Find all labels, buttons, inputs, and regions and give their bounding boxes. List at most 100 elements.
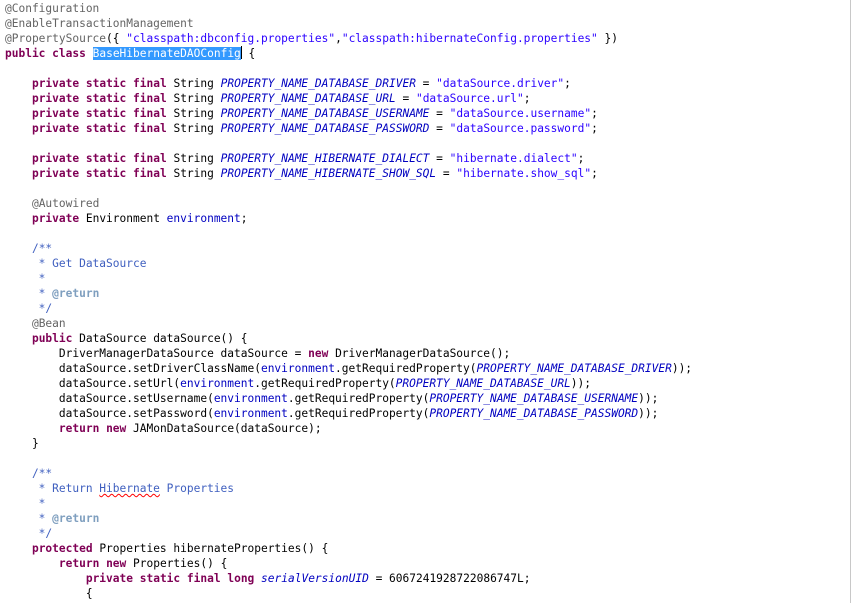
code-token: @return [52,512,100,525]
code-line[interactable] [5,451,850,466]
code-token: Properties [159,482,235,495]
code-line[interactable]: * Get DataSource [5,256,850,271]
code-line[interactable]: private static final String PROPERTY_NAM… [5,121,850,136]
code-editor[interactable]: @Configuration @EnableTransactionManageme… [0,0,851,603]
code-line[interactable] [5,61,850,76]
code-line[interactable]: */ [5,526,850,541]
code-line[interactable]: private static final String PROPERTY_NAM… [5,166,850,181]
code-area[interactable]: @Configuration @EnableTransactionManageme… [5,1,850,601]
code-line[interactable]: @EnableTransactionManagement [5,16,850,31]
code-token: * Return [5,482,100,495]
code-line[interactable]: private static final String PROPERTY_NAM… [5,106,850,121]
code-token: final [133,122,167,135]
code-line[interactable]: private static final String PROPERTY_NAM… [5,91,850,106]
code-line[interactable]: dataSource.setDriverClassName(environmen… [5,361,850,376]
code-line[interactable]: @Configuration [5,1,850,16]
code-line[interactable]: * @return [5,286,850,301]
code-line[interactable]: * [5,271,850,286]
code-token: long [227,572,255,585]
code-line[interactable]: dataSource.setPassword(environment.getRe… [5,406,850,421]
code-line[interactable]: @PropertySource({ "classpath:dbconfig.pr… [5,31,850,46]
code-line[interactable]: * @return [5,511,850,526]
code-token: Properties hibernateProperties() { [92,542,329,555]
code-line[interactable]: protected Properties hibernateProperties… [5,541,850,556]
code-line[interactable]: DriverManagerDataSource dataSource = new… [5,346,850,361]
code-token: * [5,287,53,300]
code-token: ; [577,152,585,165]
code-token: @EnableTransactionManagement [5,17,194,30]
code-line[interactable]: private static final String PROPERTY_NAM… [5,76,850,91]
code-token: PROPERTY_NAME_DATABASE_PASSWORD [220,122,430,135]
code-line[interactable] [5,226,850,241]
code-token: return [58,557,100,570]
code-line[interactable]: private static final long serialVersionU… [5,571,850,586]
code-token: @Configuration [5,2,100,15]
code-token: environment [260,362,336,375]
code-line[interactable] [5,181,850,196]
code-token: @Autowired [31,197,100,210]
code-token: String [166,122,221,135]
code-token: static [85,152,127,165]
code-token: dataSource.setPassword( [5,407,214,420]
code-line[interactable]: return new JAMonDataSource(dataSource); [5,421,850,436]
code-line[interactable]: * [5,496,850,511]
code-token: final [133,77,167,90]
code-line[interactable]: @Bean [5,316,850,331]
code-token: , [335,32,342,45]
code-token: )); [638,407,659,420]
code-line[interactable]: private Environment environment; [5,211,850,226]
code-token: private [31,92,80,105]
code-token: String [166,107,221,120]
code-line[interactable]: public class BaseHibernateDAOConfig { [5,46,850,61]
code-token: .getRequiredProperty( [254,377,396,390]
code-token: final [186,572,221,585]
code-token: serialVersionUID [261,572,369,585]
code-token: * [5,512,53,525]
code-line[interactable]: */ [5,301,850,316]
code-token: /** [31,242,53,255]
code-token: private [31,107,80,120]
code-token: Properties() { [126,557,228,570]
code-token: "hibernate.show_sql" [456,167,592,180]
code-line[interactable]: /** [5,466,850,481]
code-line[interactable]: { [5,586,850,601]
code-token: "dataSource.driver" [436,77,565,90]
code-token: = 6067241928722086747L; [368,572,531,585]
code-token: String [166,77,221,90]
code-token: String [166,167,221,180]
code-token: */ [5,527,53,540]
code-line[interactable]: return new Properties() { [5,556,850,571]
code-token: String [166,92,221,105]
code-token: final [133,167,167,180]
code-line[interactable]: @Autowired [5,196,850,211]
code-token: private [31,167,80,180]
code-line[interactable]: /** [5,241,850,256]
code-line[interactable]: dataSource.setUrl(environment.getRequire… [5,376,850,391]
code-line[interactable] [5,136,850,151]
code-token: ; [240,212,248,225]
code-token: private [31,212,80,225]
code-line[interactable]: public DataSource dataSource() { [5,331,850,346]
code-token: "dataSource.username" [449,107,592,120]
code-line[interactable]: dataSource.setUsername(environment.getRe… [5,391,850,406]
code-token: @return [52,287,100,300]
code-token: * Get DataSource [5,257,147,270]
code-line[interactable]: private static final String PROPERTY_NAM… [5,151,850,166]
code-line[interactable]: } [5,436,850,451]
code-token: } [5,437,39,450]
code-line[interactable]: * Return Hibernate Properties [5,481,850,496]
code-token: private [85,572,133,585]
code-token: environment [213,392,288,405]
